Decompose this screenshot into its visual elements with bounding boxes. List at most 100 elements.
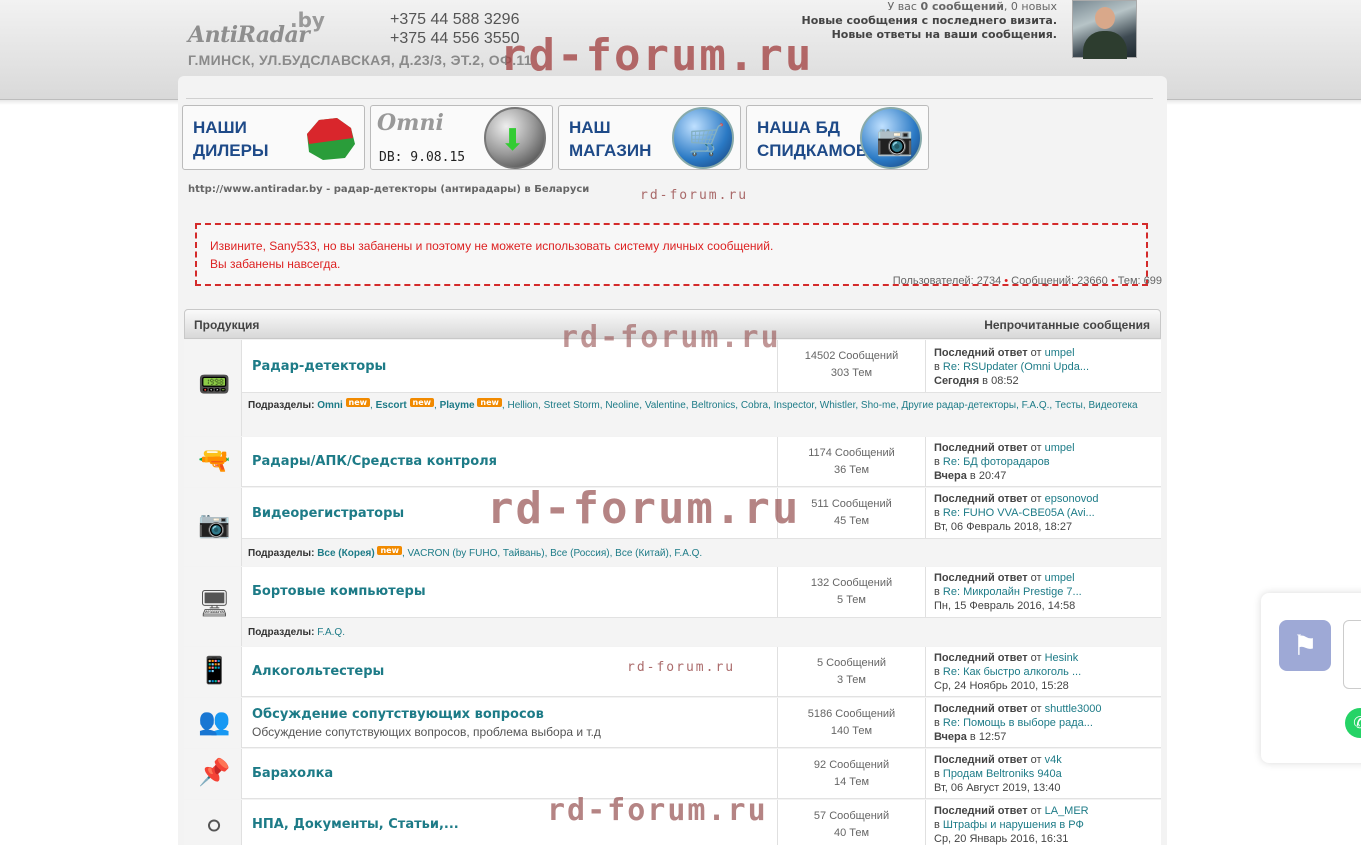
subforum-link[interactable]: F.A.Q.: [1022, 400, 1050, 411]
subforum-link[interactable]: Beltronics: [691, 400, 735, 411]
last-post: Последний ответ от umpel в Re: БД фотора…: [934, 442, 1075, 482]
belarus-map-icon: [307, 118, 355, 160]
flag-icon[interactable]: ⚑: [1279, 620, 1331, 671]
new-replies-link[interactable]: Новые ответы на ваши сообщения.: [802, 28, 1057, 42]
last-post-user[interactable]: epsonovod: [1045, 493, 1099, 505]
topic-count: 3 Тем: [837, 674, 866, 686]
subforum-link[interactable]: Sho-me: [861, 400, 896, 411]
breathalyzer-icon: 📱: [198, 656, 231, 686]
last-post-topic[interactable]: Re: Микролайн Prestige 7...: [943, 586, 1082, 598]
user-avatar[interactable]: [1072, 0, 1137, 59]
user-info: У вас 0 сообщений, 0 новых Новые сообщен…: [802, 0, 1057, 42]
subforum-link[interactable]: Inspector: [774, 400, 815, 411]
subforum-link[interactable]: Тесты: [1055, 400, 1083, 411]
new-badge: new: [345, 398, 371, 407]
post-count: 5186 Сообщений: [807, 708, 896, 720]
subforum-link[interactable]: Escort: [376, 400, 407, 411]
trip-computer-icon: 🖥: [198, 589, 232, 619]
post-count: 14502 Сообщений: [804, 350, 899, 362]
subforum-link[interactable]: F.A.Q.: [674, 548, 702, 559]
antiradar-logo[interactable]: AntiRadar .by: [188, 8, 338, 48]
subforum-link[interactable]: Neoline: [605, 400, 639, 411]
forum-row-discussion: 👥 Обсуждение сопутствующих вопросов Обсу…: [184, 698, 1161, 748]
shop-banner[interactable]: НАШ МАГАЗИН 🛒: [558, 105, 741, 170]
forum-row-flea-market: 📌 Барахолка 92 Сообщений 14 Тем Последний…: [184, 749, 1161, 799]
forum-title-link[interactable]: Бортовые компьютеры: [252, 584, 426, 599]
dealers-label-2: ДИЛЕРЫ: [193, 141, 269, 160]
ban-line-2: Вы забанены навсегда.: [210, 257, 341, 271]
new-since-visit-link[interactable]: Новые сообщения с последнего визита.: [802, 14, 1057, 28]
post-count: 57 Сообщений: [813, 810, 890, 822]
subforum-link[interactable]: Видеотека: [1088, 400, 1137, 411]
subforum-link[interactable]: VACRON (by FUHO, Тайвань): [408, 548, 545, 559]
subforum-link[interactable]: Другие радар-детекторы: [901, 400, 1016, 411]
stats-messages: Сообщений: 23660: [1011, 275, 1108, 287]
forum-title-link[interactable]: НПА, Документы, Статьи,...: [252, 817, 459, 832]
discussion-icon: 👥: [198, 707, 231, 737]
subforum-link[interactable]: Все (Россия): [550, 548, 609, 559]
subforum-link[interactable]: Все (Китай): [615, 548, 669, 559]
subforum-link[interactable]: Hellion: [507, 400, 538, 411]
topic-count: 14 Тем: [833, 776, 870, 788]
site-description-link[interactable]: http://www.antiradar.by - радар-детектор…: [188, 184, 589, 195]
forum-title-link[interactable]: Барахолка: [252, 766, 333, 781]
last-post-user[interactable]: Hesink: [1045, 652, 1079, 664]
shopping-cart-icon: 🛒: [672, 107, 734, 169]
omni-db-banner[interactable]: Omni DB: 9.08.15 ⬇: [370, 105, 553, 170]
subforum-link[interactable]: Все (Корея): [317, 548, 375, 559]
last-post-user[interactable]: umpel: [1045, 572, 1075, 584]
speedcam-label-1: НАША БД: [757, 118, 840, 137]
radar-detector-icon: 📟: [198, 370, 231, 400]
last-post-topic[interactable]: Re: FUHO VVA-CBE05A (Avi...: [943, 507, 1095, 519]
last-post-topic[interactable]: Штрафы и нарушения в РФ: [943, 819, 1084, 831]
subforum-link[interactable]: Playme: [440, 400, 475, 411]
subforum-link[interactable]: Cobra: [741, 400, 768, 411]
last-post-user[interactable]: v4k: [1045, 754, 1062, 766]
last-post: Последний ответ от v4k в Продам Beltroni…: [934, 754, 1062, 794]
forum-description: Обсуждение сопутствующих вопросов, пробл…: [252, 725, 601, 739]
forum-title-link[interactable]: Радар-детекторы: [252, 359, 386, 374]
forum-title-link[interactable]: Обсуждение сопутствующих вопросов: [252, 707, 544, 722]
category-title[interactable]: Продукция: [194, 318, 259, 332]
last-post-user[interactable]: LA_MER: [1045, 805, 1089, 817]
last-post-topic[interactable]: Re: БД фоторадаров: [943, 456, 1050, 468]
last-post-topic[interactable]: Re: RSUpdater (Omni Upda...: [943, 361, 1089, 373]
speedcam-db-banner[interactable]: НАША БД СПИДКАМОВ 📷: [746, 105, 929, 170]
subforum-link[interactable]: Valentine: [645, 400, 686, 411]
unread-messages-link[interactable]: Непрочитанные сообщения: [984, 318, 1150, 332]
phone-1: +375 44 588 3296: [390, 11, 520, 28]
last-post-topic[interactable]: Re: Помощь в выборе рада...: [943, 717, 1093, 729]
camera-icon: 📷: [860, 107, 922, 169]
pm-count-line[interactable]: У вас 0 сообщений, 0 новых: [802, 0, 1058, 14]
topic-count: 36 Тем: [833, 464, 870, 476]
side-card[interactable]: [1343, 620, 1361, 689]
last-post-user[interactable]: umpel: [1045, 347, 1075, 359]
new-badge: new: [477, 398, 502, 407]
watermark-3: rd-forum.ru: [487, 483, 801, 534]
whatsapp-icon[interactable]: ✆: [1345, 708, 1361, 738]
post-count: 132 Сообщений: [810, 577, 893, 589]
subforums-dashcams: Подразделы: Все (Корея) new, VACRON (by …: [242, 538, 1161, 566]
watermark-2: rd-forum.ru: [560, 320, 781, 355]
last-post-user[interactable]: shuttle3000: [1045, 703, 1102, 715]
stats-topics: Тем: 699: [1117, 275, 1162, 287]
subforum-link[interactable]: F.A.Q.: [317, 627, 345, 638]
last-post-topic[interactable]: Продам Beltroniks 940a: [943, 768, 1062, 780]
subforums-radar: Подразделы: Omni new, Escort new, Playme…: [242, 392, 1161, 436]
last-post: Последний ответ от LA_MER в Штрафы и нар…: [934, 805, 1089, 845]
subforum-link[interactable]: Omni: [317, 400, 343, 411]
forum-title-link[interactable]: Алкогольтестеры: [252, 664, 384, 679]
subforum-link[interactable]: Whistler: [820, 400, 856, 411]
post-count: 1174 Сообщений: [808, 447, 895, 459]
last-post-topic[interactable]: Re: Как быстро алкоголь ...: [943, 666, 1081, 678]
last-post-user[interactable]: umpel: [1045, 442, 1075, 454]
subforum-link[interactable]: Street Storm: [544, 400, 600, 411]
download-device-icon: ⬇: [484, 107, 546, 169]
subforums-trip-computers: Подразделы: F.A.Q.: [242, 617, 1161, 646]
post-count: 92 Сообщений: [813, 759, 890, 771]
forum-title-link[interactable]: Видеорегистраторы: [252, 506, 404, 521]
dealers-banner[interactable]: НАШИ ДИЛЕРЫ: [182, 105, 365, 170]
forum-title-link[interactable]: Радары/АПК/Средства контроля: [252, 454, 497, 469]
dealers-label-1: НАШИ: [193, 118, 247, 137]
watermark-4: rd-forum.ru: [627, 660, 736, 675]
